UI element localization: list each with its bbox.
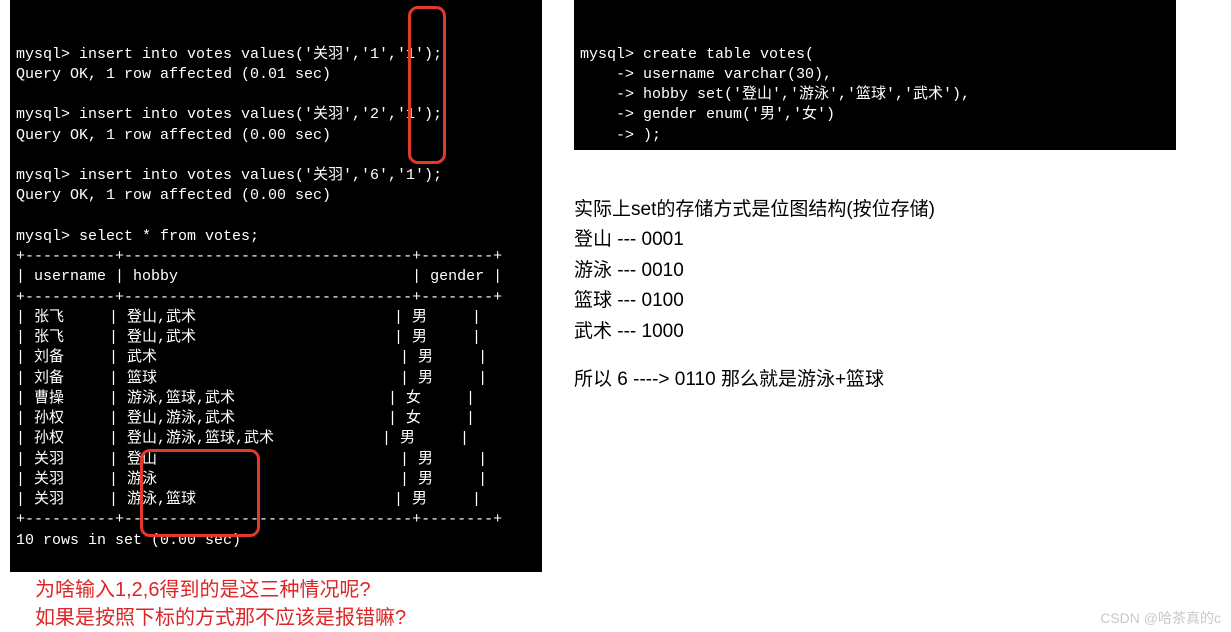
question-line-1: 为啥输入1,2,6得到的是这三种情况呢? — [35, 576, 406, 604]
explain-bit-0: 登山 --- 0001 — [574, 225, 935, 255]
explain-bit-3: 武术 --- 1000 — [574, 317, 935, 347]
terminal-left: mysql> insert into votes values('关羽','1'… — [10, 0, 542, 572]
watermark: CSDN @哈茶真的c — [1100, 608, 1221, 628]
explanation-block: 实际上set的存储方式是位图结构(按位存储) 登山 --- 0001 游泳 --… — [574, 195, 935, 395]
terminal-right-content: mysql> create table votes( -> username v… — [580, 45, 1170, 146]
question-text: 为啥输入1,2,6得到的是这三种情况呢? 如果是按照下标的方式那不应该是报错嘛? — [35, 576, 406, 632]
explain-title: 实际上set的存储方式是位图结构(按位存储) — [574, 195, 935, 225]
explain-bit-1: 游泳 --- 0010 — [574, 256, 935, 286]
terminal-left-content: mysql> insert into votes values('关羽','1'… — [16, 45, 536, 551]
explain-bit-2: 篮球 --- 0100 — [574, 286, 935, 316]
spacer — [574, 347, 935, 365]
explain-result: 所以 6 ----> 0110 那么就是游泳+篮球 — [574, 365, 935, 395]
question-line-2: 如果是按照下标的方式那不应该是报错嘛? — [35, 604, 406, 632]
terminal-right: mysql> create table votes( -> username v… — [574, 0, 1176, 150]
